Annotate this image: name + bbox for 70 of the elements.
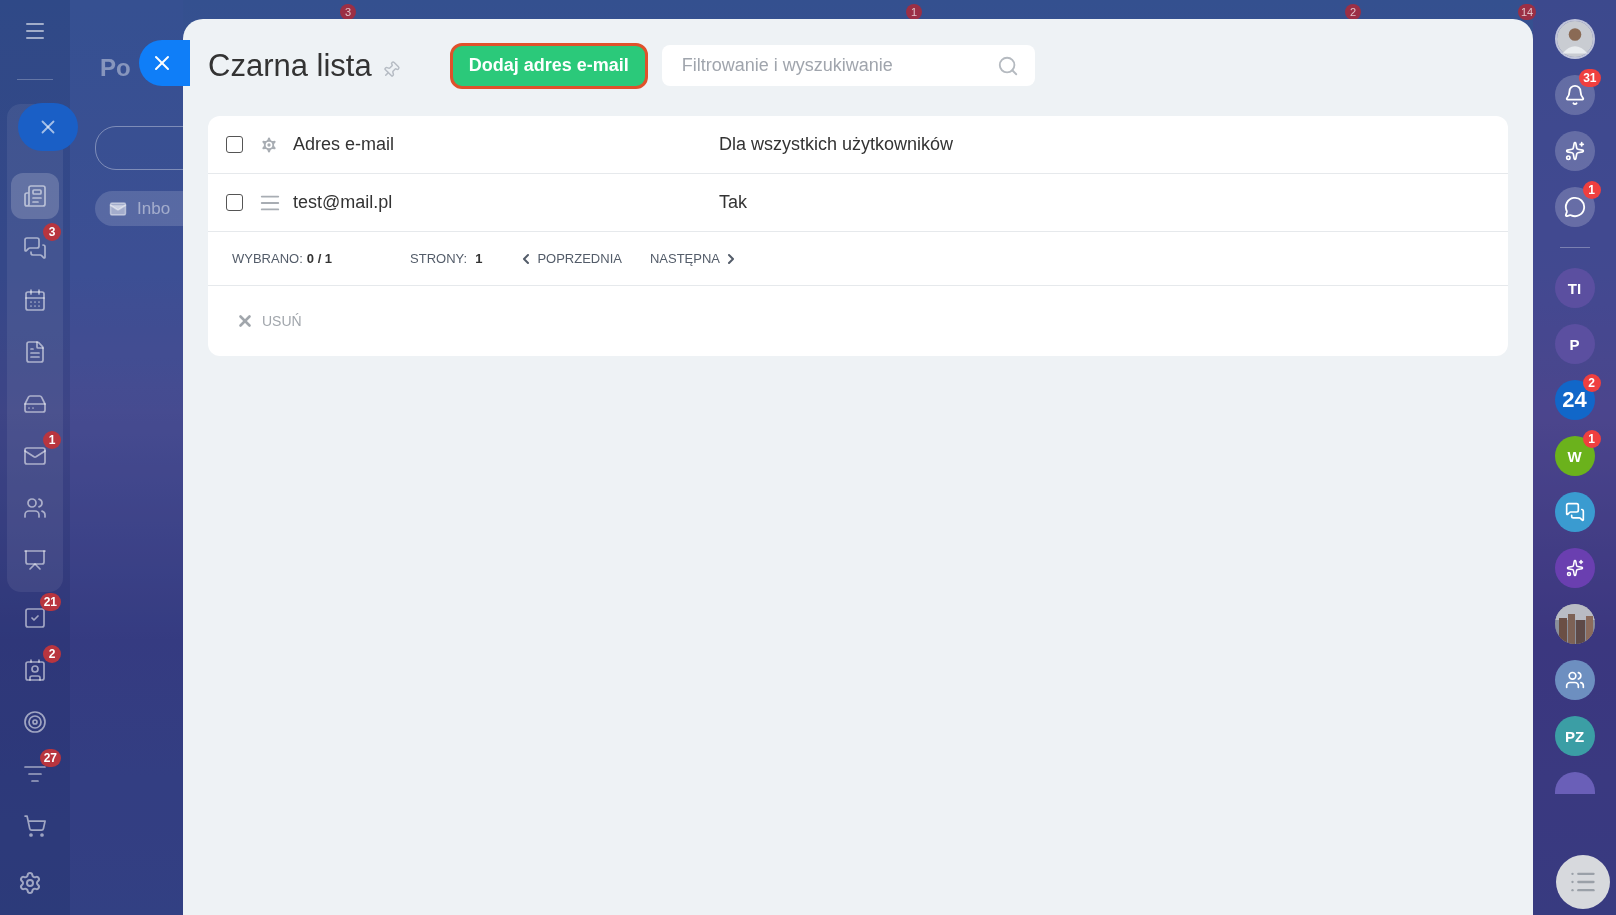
count-badge: 1 — [1582, 181, 1601, 199]
search-icon — [996, 55, 1019, 77]
settings-icon — [18, 871, 42, 895]
target-icon — [23, 710, 47, 734]
newspaper-icon — [23, 184, 47, 208]
column-header: Adres e-mail — [293, 134, 396, 155]
close-button[interactable] — [139, 40, 190, 86]
contact-avatar[interactable]: P — [1554, 324, 1595, 364]
chat-avatar[interactable] — [1554, 492, 1595, 532]
chat-icon — [23, 236, 47, 260]
count-badge: 1 — [43, 431, 61, 449]
photo-avatar[interactable] — [1554, 604, 1595, 644]
chat-icon — [1564, 502, 1585, 522]
speech-bubble-icon — [1563, 196, 1586, 218]
count-badge: 2 — [1345, 4, 1361, 20]
sparkle-icon — [1565, 559, 1584, 577]
count-badge: 3 — [340, 4, 356, 20]
document-icon — [23, 340, 47, 364]
sidebar-item[interactable]: 2 — [11, 647, 59, 693]
next-link[interactable]: NASTĘPNA — [649, 250, 739, 267]
contact-card-icon — [23, 658, 47, 682]
search-field[interactable]: Filtrowanie i wyszukiwanie — [661, 45, 1035, 86]
count-badge: 2 — [1582, 374, 1601, 392]
settings-button[interactable] — [18, 871, 42, 895]
page-title: Po — [100, 54, 131, 82]
presentation-board-icon — [23, 548, 47, 572]
sidebar-item[interactable] — [11, 173, 59, 219]
people-icon — [1564, 670, 1585, 690]
list-button[interactable] — [1556, 855, 1610, 909]
panel-title: Czarna lista — [208, 47, 372, 84]
cart-icon — [23, 814, 47, 838]
notifications-button[interactable] — [1554, 75, 1595, 115]
table-cell-text: test@mail.pl — [293, 192, 394, 213]
count-badge: 31 — [1579, 69, 1601, 87]
count-badge: 27 — [39, 749, 61, 767]
group-avatar[interactable] — [1554, 660, 1595, 700]
count-badge: 21 — [39, 593, 61, 611]
sparkle-icon — [1564, 141, 1585, 161]
sparkle-avatar[interactable] — [1554, 548, 1595, 588]
cross-icon — [236, 312, 254, 330]
checkbox-icon — [23, 606, 47, 630]
contact-avatar[interactable]: TI — [1554, 268, 1595, 308]
count-badge: 1 — [1582, 430, 1601, 448]
checkbox[interactable] — [226, 136, 243, 153]
page-count: STRONY: 1 — [410, 251, 483, 266]
close-button[interactable] — [18, 103, 78, 151]
sidebar-item[interactable]: 3 — [11, 225, 59, 271]
count-badge: 2 — [43, 645, 61, 663]
person-silhouette-icon — [1556, 19, 1593, 59]
column-header: Dla wszystkich użytkowników — [719, 134, 955, 155]
previous-link[interactable]: POPRZEDNIA — [518, 250, 622, 267]
selected-count: WYBRANO: 0 / 1 — [232, 251, 333, 266]
sidebar-item[interactable]: 21 — [11, 595, 59, 641]
bell-icon — [1563, 84, 1586, 106]
envelope-icon — [109, 199, 127, 218]
drive-icon — [23, 392, 47, 416]
count-badge: 1 — [906, 4, 922, 20]
sparkle-button[interactable] — [1554, 131, 1595, 171]
envelope-icon — [23, 444, 47, 468]
people-icon — [23, 496, 47, 520]
sidebar-item[interactable]: 27 — [11, 751, 59, 797]
user-avatar[interactable] — [1554, 19, 1595, 59]
count-badge: 14 — [1518, 4, 1537, 20]
table-cell-text: Tak — [719, 192, 748, 213]
calendar-icon — [23, 288, 47, 312]
contact-avatar[interactable]: PZ — [1554, 716, 1595, 756]
sidebar-item[interactable]: 1 — [11, 433, 59, 479]
chat-button[interactable] — [1554, 187, 1595, 227]
count-badge: 3 — [43, 223, 61, 241]
checkbox[interactable] — [226, 194, 243, 211]
